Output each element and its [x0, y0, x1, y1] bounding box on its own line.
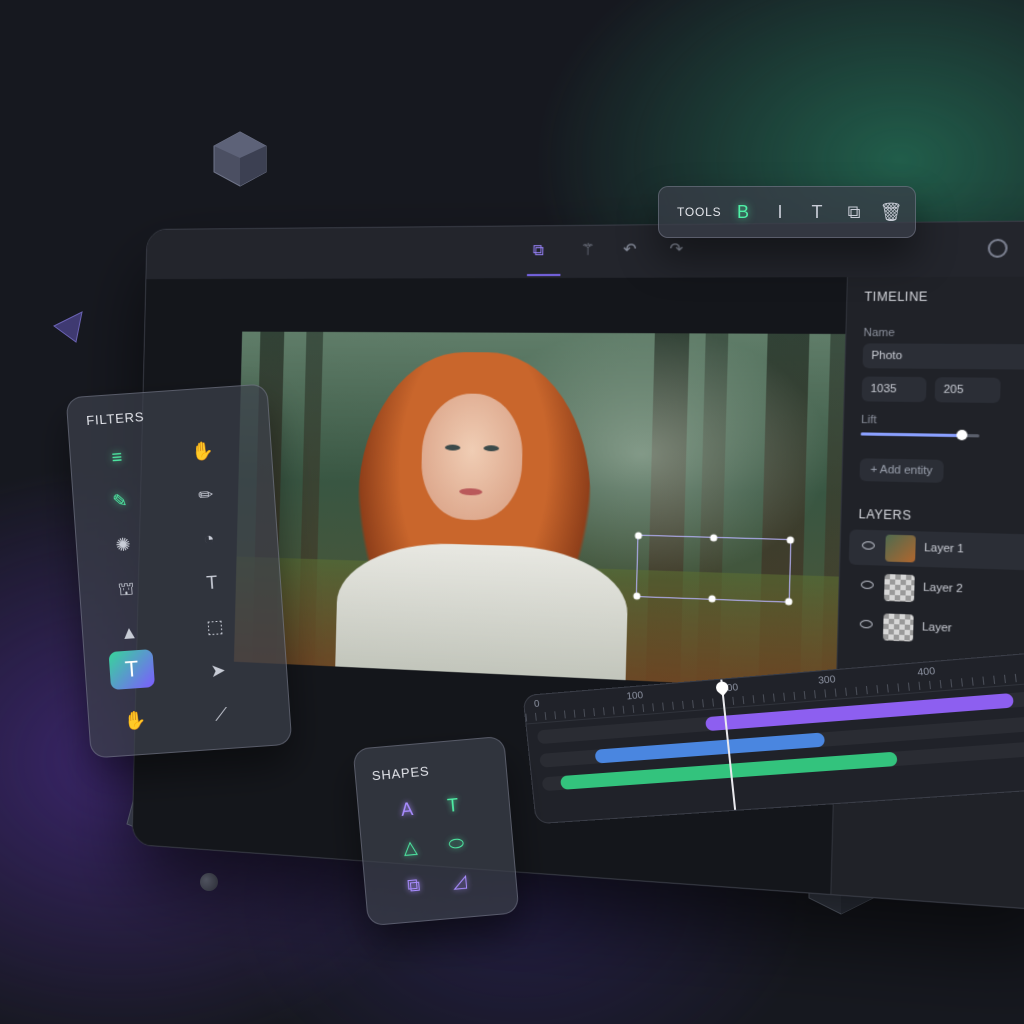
timeline-tick-label: 100 [626, 690, 644, 703]
italic-icon[interactable]: I [766, 198, 794, 226]
timeline-tick-label: 300 [817, 674, 837, 687]
name-field[interactable]: Photo [862, 343, 1024, 370]
portrait-shirt [334, 540, 630, 692]
artwork-image[interactable] [233, 331, 874, 692]
text-icon[interactable]: T [803, 198, 831, 226]
magic-wand-icon[interactable]: ⚚ [577, 240, 599, 262]
layer-row[interactable]: Layer [847, 608, 1024, 653]
sparkle-icon[interactable]: ✺ [108, 530, 138, 560]
width-field[interactable]: 1035 [861, 376, 927, 403]
layer-thumbnail [882, 613, 914, 642]
visibility-eye-icon[interactable] [860, 580, 874, 590]
filters-panel: FILTERS ≡ ✋ ✎ ✏ ✺ ◔ ⛫ T ▲ ⬚ T ➤ ✋ ⟋ [65, 383, 293, 759]
active-tab-indicator [526, 273, 561, 277]
text-icon[interactable]: T [197, 568, 227, 598]
eyedropper-icon[interactable]: ⟋ [206, 699, 236, 729]
combine-shapes-icon[interactable]: ⧉ [398, 870, 428, 900]
layer-row[interactable]: Layer 1 [848, 529, 1024, 573]
filters-title: FILTERS [85, 409, 145, 429]
layer-name: Layer [921, 621, 952, 635]
image-icon[interactable]: ▲ [114, 618, 144, 648]
layer-thumbnail [883, 573, 915, 603]
layers-icon[interactable]: ⧉ [527, 240, 549, 262]
tools-panel: TOOLS B I T ⧉ 🗑 [658, 186, 916, 238]
lift-slider[interactable] [860, 429, 980, 441]
selection-box[interactable] [633, 532, 795, 606]
shapes-panel: SHAPES A T △ ⬭ ⧉ ◿ [352, 735, 520, 927]
polygon-icon[interactable]: ◿ [444, 866, 474, 896]
visibility-eye-icon[interactable] [861, 541, 875, 550]
portrait-face [420, 393, 524, 522]
triangle-icon[interactable]: △ [395, 832, 425, 862]
adjust-sliders-icon[interactable]: ≡ [102, 442, 132, 472]
blend-icon[interactable]: ✋ [188, 436, 218, 466]
properties-panel: TIMELINE ··· Name Photo 1035 205 Lift + … [830, 276, 1024, 912]
shapes-title: SHAPES [371, 763, 430, 784]
undo-icon[interactable]: ↶ [618, 239, 641, 261]
timeline-tick-label: 0 [533, 698, 541, 710]
redo-icon[interactable]: ↷ [665, 239, 688, 261]
name-label: Name [863, 326, 895, 340]
ellipse-icon[interactable]: ⬭ [441, 828, 471, 858]
text-icon[interactable]: T [438, 790, 468, 820]
blur-icon[interactable]: ◔ [194, 524, 224, 554]
layer-name: Layer 2 [922, 581, 964, 596]
add-entity-button[interactable]: + Add entity [859, 458, 944, 483]
layers-title: LAYERS [858, 506, 912, 523]
timeline-tick-label: 400 [916, 665, 936, 679]
pointer-icon[interactable]: ➤ [203, 656, 233, 686]
bold-icon[interactable]: B [729, 198, 757, 226]
text-tool-icon[interactable]: T [108, 649, 156, 691]
visibility-eye-icon[interactable] [859, 619, 873, 629]
layer-name: Layer 1 [923, 541, 965, 556]
trash-icon[interactable]: 🗑 [877, 198, 905, 226]
panel-title: TIMELINE [864, 289, 929, 305]
height-field[interactable]: 205 [934, 377, 1001, 404]
font-icon[interactable]: A [392, 794, 422, 824]
pencil-icon[interactable]: ✏ [191, 480, 221, 510]
brush-icon[interactable]: ✎ [105, 486, 135, 516]
layer-row[interactable]: Layer 2 [848, 569, 1024, 613]
tools-title: TOOLS [677, 205, 722, 219]
layer-thumbnail [885, 534, 916, 563]
fill-bucket-icon[interactable]: ⛫ [111, 574, 141, 604]
slider-label: Lift [860, 413, 877, 427]
settings-icon[interactable] [987, 238, 1008, 258]
duplicate-icon[interactable]: ⧉ [840, 198, 868, 226]
hand-icon[interactable]: ✋ [120, 705, 150, 735]
marquee-icon[interactable]: ⬚ [200, 612, 230, 642]
